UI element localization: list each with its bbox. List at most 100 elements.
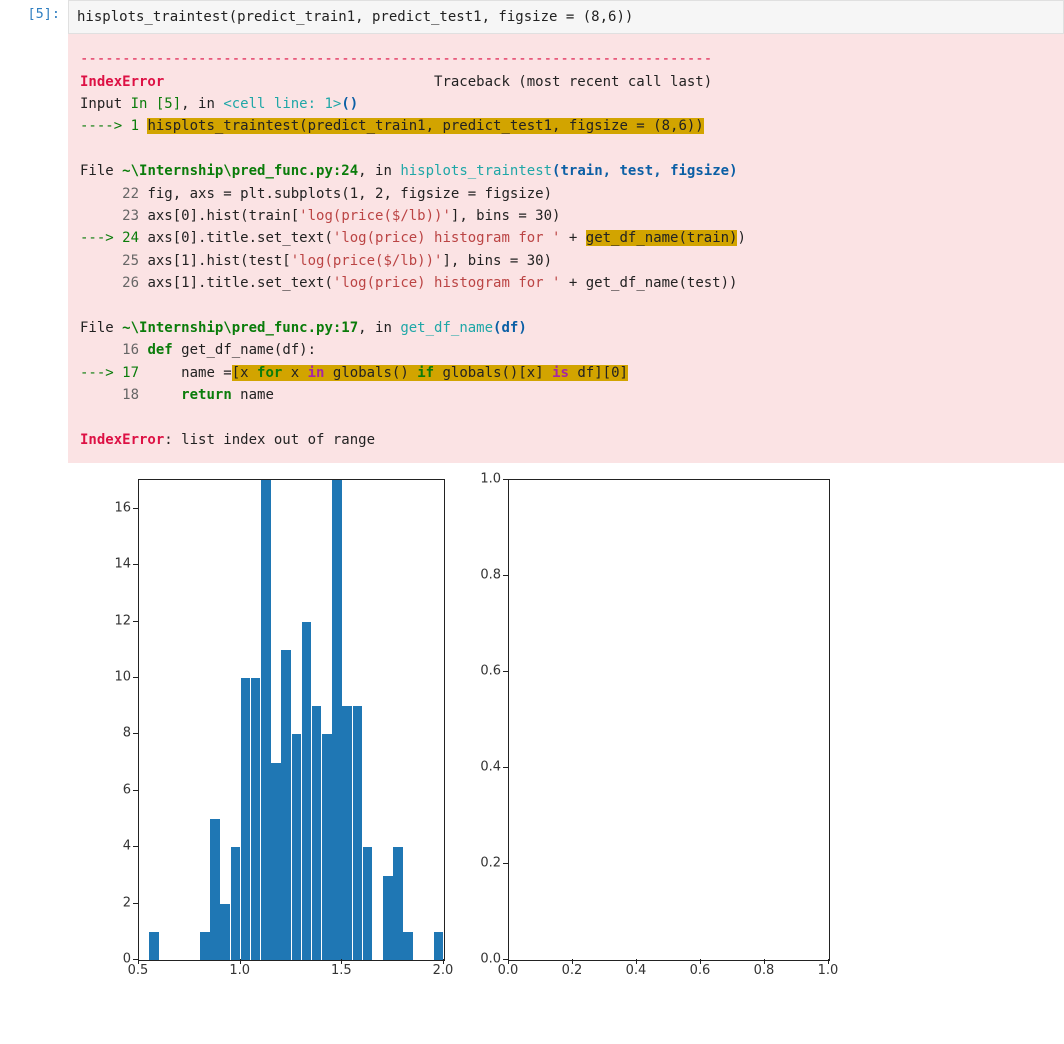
y-tick-label: 14 — [114, 557, 131, 572]
traceback-arrow-1: ----> 1 — [80, 118, 147, 134]
traceback-file1: File — [80, 163, 122, 179]
line-23-a: axs[0].hist(train[ — [139, 208, 299, 224]
traceback-highlight-24: get_df_name(train) — [586, 230, 738, 246]
chart-axes-0: 02468101214160.51.01.52.0 — [68, 469, 458, 989]
line-25-num: 25 — [80, 253, 139, 269]
line-23-b: ], bins = 30) — [451, 208, 561, 224]
traceback-cell-line: <cell line: 1> — [223, 96, 341, 112]
histogram-bar — [342, 706, 352, 960]
histogram-bar — [332, 480, 342, 960]
histogram-bar — [403, 932, 413, 960]
traceback-input-paren: () — [341, 96, 358, 112]
line-26-a: axs[1].title.set_text( — [139, 275, 333, 291]
traceback-file1-arg3: figsize — [670, 163, 729, 179]
y-tick-label: 1.0 — [480, 472, 501, 487]
line-18-return: return — [181, 387, 232, 403]
output-prompt-spacer — [0, 34, 68, 989]
x-tick-label: 0.5 — [128, 963, 149, 978]
line-26-str: 'log(price) histogram for ' — [333, 275, 561, 291]
hl17-is: is — [552, 365, 569, 381]
traceback-file2-mid: , in — [358, 320, 400, 336]
traceback-separator: ----------------------------------------… — [80, 51, 712, 67]
line-24-arrow: ---> 24 — [80, 230, 139, 246]
traceback-file1-func: hisplots_traintest — [400, 163, 552, 179]
line-23-str: 'log(price($/lb))' — [299, 208, 451, 224]
final-error-msg: : list index out of range — [164, 432, 375, 448]
traceback-file2-arg1: df — [501, 320, 518, 336]
traceback-file2-close: ) — [518, 320, 526, 336]
histogram-bar — [200, 932, 210, 960]
line-16-num: 16 — [80, 342, 139, 358]
histogram-bar — [322, 734, 332, 960]
line-26-b: + get_df_name(test)) — [560, 275, 737, 291]
line-17-arrow: ---> 17 — [80, 365, 139, 381]
histogram-bar — [261, 480, 271, 960]
y-tick-label: 10 — [114, 669, 131, 684]
histogram-bar — [281, 650, 291, 961]
line-25-a: axs[1].hist(test[ — [139, 253, 291, 269]
line-16-def: def — [147, 342, 172, 358]
chart-0-plotarea — [138, 479, 445, 961]
y-tick-label: 0.6 — [480, 664, 501, 679]
y-tick-label: 6 — [123, 782, 131, 797]
line-24-a: axs[0].title.set_text( — [139, 230, 333, 246]
histogram-bar — [393, 847, 403, 960]
line-18-b: name — [232, 387, 274, 403]
y-tick-label: 12 — [114, 613, 131, 628]
traceback-header: Traceback (most recent call last) — [434, 74, 712, 90]
traceback-file2-path: ~\Internship\pred_func.py:17 — [122, 320, 358, 336]
histogram-bar — [312, 706, 322, 960]
line-26-num: 26 — [80, 275, 139, 291]
line-25-b: ], bins = 30) — [442, 253, 552, 269]
traceback-file2: File — [80, 320, 122, 336]
code-input[interactable]: hisplots_traintest(predict_train1, predi… — [68, 0, 1064, 34]
y-tick-label: 4 — [123, 839, 131, 854]
plot-output: 02468101214160.51.01.52.0 0.00.20.40.60.… — [68, 463, 1064, 989]
histogram-bar — [292, 734, 302, 960]
line-18-num: 18 — [80, 387, 139, 403]
histogram-bar — [434, 932, 444, 960]
histogram-bar — [231, 847, 241, 960]
hl17-d: globals()[x] — [434, 365, 552, 381]
histogram-bar — [271, 763, 281, 961]
histogram-bar — [220, 904, 230, 960]
hl17-c: globals() — [324, 365, 417, 381]
line-24-c: ) — [737, 230, 745, 246]
histogram-bar — [241, 678, 251, 960]
chart-1-plotarea — [508, 479, 830, 961]
x-tick-label: 0.4 — [626, 963, 647, 978]
x-tick-label: 0.6 — [690, 963, 711, 978]
input-prompt: [5]: — [0, 0, 68, 34]
input-cell: [5]: hisplots_traintest(predict_train1, … — [0, 0, 1064, 34]
x-tick-label: 1.0 — [818, 963, 839, 978]
y-tick-label: 8 — [123, 726, 131, 741]
traceback-input-mid: , in — [181, 96, 223, 112]
hl17-for: for — [257, 365, 282, 381]
x-tick-label: 2.0 — [433, 963, 454, 978]
histogram-bar — [353, 706, 363, 960]
traceback-file1-mid: , in — [358, 163, 400, 179]
y-tick-label: 2 — [123, 895, 131, 910]
x-tick-label: 1.5 — [331, 963, 352, 978]
line-24-b: + — [560, 230, 585, 246]
x-tick-label: 0.8 — [754, 963, 775, 978]
traceback-file1-arg2: test — [620, 163, 654, 179]
line-23-num: 23 — [80, 208, 139, 224]
hl17-if: if — [417, 365, 434, 381]
traceback-file1-close: ) — [729, 163, 737, 179]
traceback-input-prefix: Input — [80, 96, 131, 112]
line-22-code: fig, axs = plt.subplots(1, 2, figsize = … — [139, 186, 552, 202]
y-tick-label: 0.8 — [480, 568, 501, 583]
traceback-file1-c1: , — [603, 163, 620, 179]
line-25-str: 'log(price($/lb))' — [291, 253, 443, 269]
line-22-num: 22 — [80, 186, 139, 202]
histogram-bar — [251, 678, 261, 960]
hl17-b: x — [282, 365, 307, 381]
chart-axes-1: 0.00.20.40.60.81.00.00.20.40.60.81.0 — [458, 469, 838, 989]
hl17-in: in — [308, 365, 325, 381]
y-tick-label: 0.4 — [480, 760, 501, 775]
traceback-file1-path: ~\Internship\pred_func.py:24 — [122, 163, 358, 179]
traceback-file2-func: get_df_name — [400, 320, 493, 336]
traceback: ----------------------------------------… — [68, 34, 1064, 463]
final-error-name: IndexError — [80, 432, 164, 448]
